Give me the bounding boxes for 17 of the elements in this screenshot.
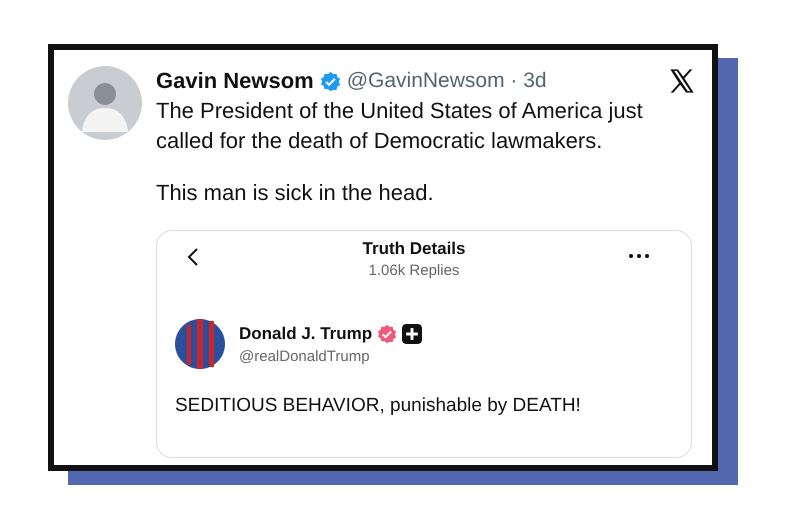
verified-badge-icon xyxy=(377,324,398,344)
plus-badge-icon xyxy=(402,324,422,344)
avatar-icon xyxy=(175,319,225,369)
author-handle: @realDonaldTrump xyxy=(239,348,371,364)
post-text: SEDITIOUS BEHAVIOR, punishable by DEATH! xyxy=(175,395,582,417)
reply-count: 1.06k Replies xyxy=(368,262,460,279)
back-icon[interactable] xyxy=(187,247,199,267)
more-icon[interactable] xyxy=(629,254,649,258)
screen-title: Truth Details xyxy=(362,239,466,259)
x-logo-icon xyxy=(668,67,696,95)
handle-and-time: @GavinNewsom · 3d xyxy=(346,69,547,93)
author-name: Gavin Newsom xyxy=(156,68,314,94)
avatar-silhouette-icon xyxy=(68,66,142,140)
verified-badge-icon xyxy=(320,70,341,92)
tweet-text: This man is sick in the head. xyxy=(156,179,435,207)
tweet-text: The President of the United States of America just called for the death of Democratic lawmakers. xyxy=(156,97,644,155)
author-name: Donald J. Trump xyxy=(239,324,372,344)
